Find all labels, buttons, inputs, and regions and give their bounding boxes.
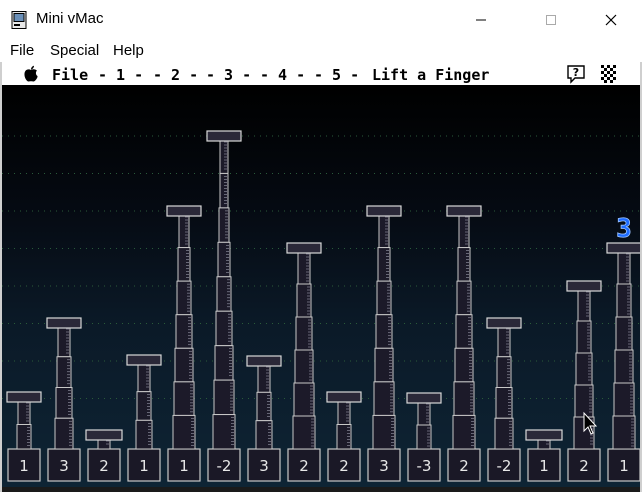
finger-pillar bbox=[126, 354, 162, 450]
finger-column[interactable]: -3 bbox=[406, 392, 442, 482]
svg-text:?: ? bbox=[573, 66, 579, 79]
close-button[interactable] bbox=[588, 0, 634, 40]
finger-column[interactable]: 1 bbox=[6, 391, 42, 482]
menu-file[interactable]: File bbox=[10, 42, 34, 59]
finger-pillar bbox=[486, 317, 522, 450]
maximize-button[interactable] bbox=[528, 0, 574, 40]
column-number-label: 2 bbox=[579, 457, 589, 475]
game-area[interactable]: 1 3 2 1 1 -2 3 2 2 3 -3 2 -2 1 2 1 3 bbox=[2, 87, 640, 488]
column-number-label: -3 bbox=[417, 457, 432, 475]
finger-column[interactable]: 3 bbox=[246, 355, 282, 482]
finger-pillar bbox=[166, 205, 202, 450]
highlight-number: 3 bbox=[616, 214, 632, 244]
finger-pillar bbox=[326, 391, 362, 450]
finger-column[interactable]: 1 bbox=[606, 242, 640, 482]
mini-vmac-app-icon bbox=[11, 11, 27, 29]
finger-pillar bbox=[406, 392, 442, 450]
finger-pillar bbox=[446, 205, 482, 450]
finger-pillar bbox=[606, 242, 640, 450]
column-number-label: 3 bbox=[259, 457, 269, 475]
column-number-label: 1 bbox=[619, 457, 629, 475]
finger-column[interactable]: 1 bbox=[525, 429, 563, 482]
gridlines bbox=[2, 135, 640, 399]
help-icon[interactable]: ? bbox=[565, 64, 587, 84]
window-bottom-edge bbox=[2, 487, 640, 492]
window-menubar: File Special Help bbox=[0, 40, 642, 62]
application-icon[interactable] bbox=[599, 64, 619, 84]
finger-pillar bbox=[525, 429, 563, 450]
finger-column[interactable]: 2 bbox=[446, 205, 482, 482]
finger-columns: 1 3 2 1 1 -2 3 2 2 3 -3 2 -2 1 2 1 bbox=[6, 130, 640, 482]
column-number-label: 1 bbox=[539, 457, 549, 475]
mac-menubar: File - 1 - - 2 - - 3 - - 4 - - 5 - Lift … bbox=[2, 63, 640, 87]
finger-pillar bbox=[366, 205, 402, 450]
column-number-label: 2 bbox=[339, 457, 349, 475]
game-board[interactable]: 1 3 2 1 1 -2 3 2 2 3 -3 2 -2 1 2 1 3 bbox=[2, 87, 640, 488]
maximize-icon bbox=[546, 15, 556, 25]
mac-menu-4[interactable]: - 4 - bbox=[260, 66, 305, 84]
finger-column[interactable]: 2 bbox=[566, 280, 602, 482]
column-number-label: 3 bbox=[379, 457, 389, 475]
column-number-label: 2 bbox=[459, 457, 469, 475]
window-title: Mini vMac bbox=[36, 10, 104, 27]
mac-menu-1[interactable]: - 1 - bbox=[98, 66, 143, 84]
finger-pillar bbox=[85, 429, 123, 450]
column-number-label: 1 bbox=[179, 457, 189, 475]
finger-pillar bbox=[206, 130, 242, 450]
finger-pillar bbox=[46, 317, 82, 450]
minimize-button[interactable] bbox=[458, 0, 504, 40]
column-number-label: 2 bbox=[299, 457, 309, 475]
column-number-label: -2 bbox=[497, 457, 512, 475]
menu-help[interactable]: Help bbox=[113, 42, 144, 59]
column-number-label: -2 bbox=[217, 457, 232, 475]
finger-column[interactable]: 2 bbox=[85, 429, 123, 482]
finger-column[interactable]: 2 bbox=[286, 242, 322, 482]
finger-column[interactable]: 3 bbox=[366, 205, 402, 482]
mac-menu-lift-a-finger[interactable]: Lift a Finger bbox=[372, 66, 489, 84]
finger-column[interactable]: -2 bbox=[486, 317, 522, 482]
column-number-label: 3 bbox=[59, 457, 69, 475]
finger-pillar bbox=[286, 242, 322, 450]
finger-pillar bbox=[6, 391, 42, 450]
finger-column[interactable]: 1 bbox=[166, 205, 202, 482]
finger-pillar bbox=[246, 355, 282, 450]
finger-column[interactable]: 1 bbox=[126, 354, 162, 482]
mac-menu-5[interactable]: - 5 - bbox=[314, 66, 359, 84]
column-number-label: 1 bbox=[139, 457, 149, 475]
window-titlebar: Mini vMac bbox=[0, 0, 642, 40]
apple-icon[interactable] bbox=[23, 65, 39, 83]
column-number-label: 2 bbox=[99, 457, 109, 475]
mac-menu-3[interactable]: - 3 - bbox=[206, 66, 251, 84]
finger-column[interactable]: -2 bbox=[206, 130, 242, 482]
mac-menu-file[interactable]: File bbox=[52, 66, 88, 84]
column-number-label: 1 bbox=[19, 457, 29, 475]
finger-column[interactable]: 2 bbox=[326, 391, 362, 482]
mac-menu-2[interactable]: - 2 - bbox=[153, 66, 198, 84]
menu-special[interactable]: Special bbox=[50, 42, 99, 59]
finger-column[interactable]: 3 bbox=[46, 317, 82, 482]
minimize-icon bbox=[476, 19, 486, 21]
close-icon bbox=[605, 14, 617, 26]
